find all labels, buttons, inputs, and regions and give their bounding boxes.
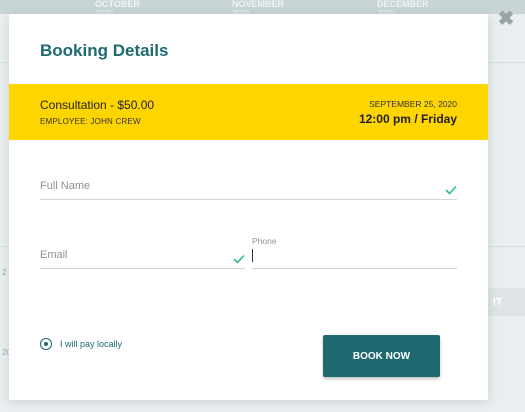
employee-name: EMPLOYEE: JOHN CREW	[40, 117, 141, 126]
valid-check-icon	[233, 254, 245, 264]
email-field	[40, 245, 245, 269]
pay-locally-radio[interactable]	[40, 338, 52, 350]
full-name-input[interactable]	[40, 176, 457, 196]
booking-summary-banner: Consultation - $50.00 EMPLOYEE: JOHN CRE…	[9, 84, 488, 140]
modal-title: Booking Details	[40, 41, 169, 60]
booking-modal: Booking Details Consultation - $50.00 EM…	[9, 14, 488, 400]
phone-field	[252, 245, 457, 269]
full-name-field	[40, 176, 457, 200]
booking-date: SEPTEMBER 25, 2020	[369, 99, 457, 109]
book-now-button[interactable]: BOOK NOW	[323, 335, 440, 377]
service-name: Consultation - $50.00	[40, 98, 155, 112]
phone-input[interactable]	[252, 245, 457, 265]
background-text: 2	[2, 268, 7, 277]
background-header: OCTOBER 2020 NOVEMBER 2020 DECEMBER 2020	[0, 0, 525, 18]
close-icon[interactable]: ✖	[496, 9, 516, 29]
booking-time: 12:00 pm / Friday	[358, 112, 457, 126]
email-input[interactable]	[40, 245, 245, 265]
valid-check-icon	[445, 185, 457, 195]
text-caret	[252, 249, 253, 262]
pay-locally-label[interactable]: I will pay locally	[60, 339, 122, 349]
